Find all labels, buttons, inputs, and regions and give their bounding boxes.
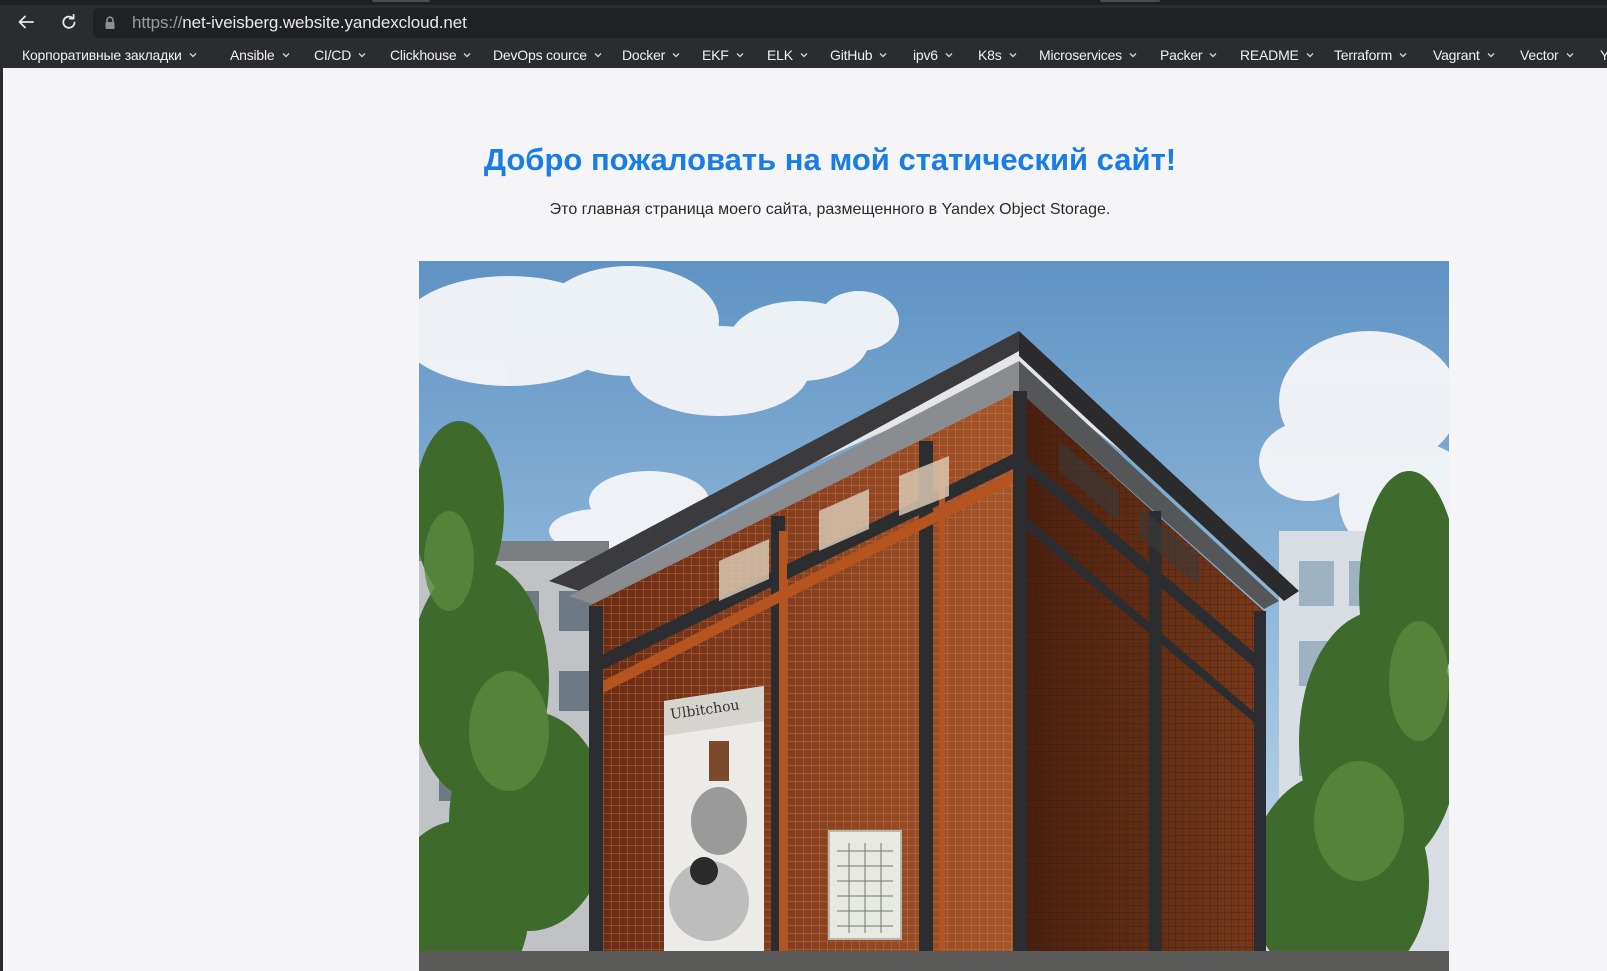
url-host: net-iveisberg.website.yandexcloud.net: [182, 13, 467, 32]
chevron-down-icon: [189, 52, 197, 57]
bookmark-folder-elk[interactable]: ELK: [767, 41, 809, 68]
page-title: Добро пожаловать на мой статический сайт…: [483, 142, 1177, 177]
bookmark-folder-readme[interactable]: README: [1240, 41, 1315, 68]
bookmark-label: Docker: [622, 46, 666, 63]
chevron-down-icon: [945, 52, 953, 57]
chevron-down-icon: [1129, 52, 1137, 57]
bookmark-label: Microservices: [1039, 46, 1122, 63]
bookmark-folder-devops[interactable]: DevOps cource: [493, 41, 603, 68]
tab-indicator[interactable]: [1100, 0, 1160, 2]
tab-indicator[interactable]: [372, 0, 430, 2]
bookmark-label: Packer: [1160, 46, 1203, 63]
chevron-down-icon: [464, 52, 471, 57]
bookmark-folder-ansible[interactable]: Ansible: [230, 41, 291, 68]
page-subtitle: Это главная страница моего сайта, размещ…: [549, 201, 1111, 218]
chevron-down-icon: [358, 52, 366, 57]
bookmark-folder-docker[interactable]: Docker: [622, 41, 681, 68]
arrow-left-icon: [17, 13, 35, 36]
bookmark-folder-microservices[interactable]: Microservices: [1039, 41, 1138, 68]
chevron-down-icon: [1009, 52, 1016, 57]
bookmark-folder-cicd[interactable]: CI/CD: [314, 41, 367, 68]
data-center-building-image: Ulbitchou: [419, 261, 1449, 971]
bookmark-label: Clickhouse: [390, 46, 457, 63]
url-text[interactable]: https://net-iveisberg.website.yandexclou…: [132, 13, 467, 33]
bookmark-folder-vector[interactable]: Vector: [1520, 41, 1575, 68]
bookmark-label: Terraform: [1334, 46, 1393, 63]
reload-icon: [60, 13, 78, 36]
browser-window: https://net-iveisberg.website.yandexclou…: [0, 0, 1607, 971]
bookmark-label: Корпоративные закладки: [22, 46, 182, 63]
bookmark-label: Vector: [1520, 46, 1559, 63]
back-button[interactable]: [13, 11, 39, 37]
bookmark-folder-vagrant[interactable]: Vagrant: [1433, 41, 1496, 68]
chevron-down-icon: [594, 52, 602, 57]
bookmark-label: Ansible: [230, 46, 275, 63]
bookmark-label: ELK: [767, 46, 793, 63]
bookmark-folder-packer[interactable]: Packer: [1160, 41, 1218, 68]
bookmark-folder-k8s[interactable]: K8s: [978, 41, 1018, 68]
bookmark-folder-ekf[interactable]: EKF: [702, 41, 745, 68]
chevron-down-icon: [800, 52, 808, 57]
bookmark-label: EKF: [702, 46, 729, 63]
bookmark-folder-corporate[interactable]: Корпоративные закладки: [22, 41, 198, 68]
chevron-down-icon: [879, 52, 887, 57]
bookmark-folder-clickhouse[interactable]: Clickhouse: [390, 41, 472, 68]
bookmark-folder-ipv6[interactable]: ipv6: [913, 41, 954, 68]
chevron-down-icon: [1487, 52, 1495, 57]
bookmark-folder-overflow[interactable]: Y: [1600, 41, 1607, 68]
chevron-down-icon: [736, 52, 744, 57]
chevron-down-icon: [1399, 52, 1407, 57]
chevron-down-icon: [282, 52, 289, 57]
bookmark-label: DevOps cource: [493, 46, 587, 63]
bookmark-label: ipv6: [913, 46, 938, 63]
chevron-down-icon: [1306, 52, 1314, 57]
browser-toolbar: https://net-iveisberg.website.yandexclou…: [0, 5, 1607, 41]
bookmark-label: README: [1240, 46, 1299, 63]
bookmark-label: GitHub: [830, 46, 873, 63]
page-viewport: Добро пожаловать на мой статический сайт…: [3, 68, 1607, 971]
bookmark-folder-terraform[interactable]: Terraform: [1334, 41, 1408, 68]
address-bar[interactable]: https://net-iveisberg.website.yandexclou…: [93, 8, 1607, 38]
bookmark-label: CI/CD: [314, 46, 352, 63]
bookmark-folder-github[interactable]: GitHub: [830, 41, 888, 68]
lock-icon[interactable]: [104, 16, 116, 30]
reload-button[interactable]: [56, 11, 82, 37]
chevron-down-icon: [1566, 52, 1573, 57]
bookmark-label: K8s: [978, 46, 1002, 63]
bookmark-label: Vagrant: [1433, 46, 1480, 63]
bookmark-label: Y: [1600, 46, 1607, 63]
chevron-down-icon: [1209, 52, 1217, 57]
bookmarks-bar: Корпоративные закладки Ansible CI/CD Cli…: [0, 41, 1607, 68]
hero-image: Ulbitchou: [419, 261, 1449, 971]
url-scheme: https://: [132, 13, 183, 32]
chevron-down-icon: [672, 52, 680, 57]
